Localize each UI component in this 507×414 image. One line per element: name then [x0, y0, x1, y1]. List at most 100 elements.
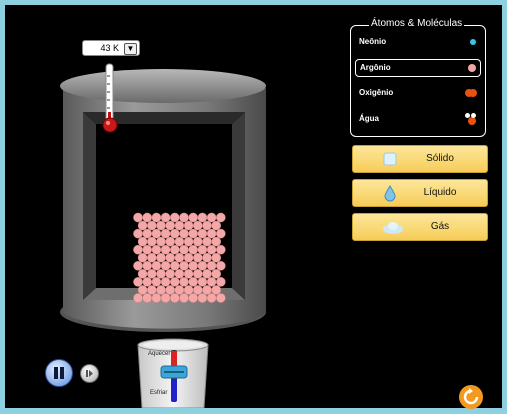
- argon-particle: [156, 236, 166, 247]
- argon-particle: [169, 260, 180, 271]
- panel-title: Átomos & Moléculas: [369, 18, 465, 29]
- species-item-neon[interactable]: Neônio: [355, 34, 479, 50]
- argon-particle: [174, 285, 185, 295]
- temperature-readout[interactable]: 43 K ▼: [82, 40, 140, 56]
- argon-particle: [215, 277, 226, 287]
- species-item-water[interactable]: Água: [355, 111, 479, 127]
- argon-particle: [151, 293, 162, 303]
- gas-label: Gás: [430, 221, 450, 232]
- argon-particle: [146, 269, 157, 279]
- argon-particle: [156, 269, 166, 279]
- gas-button[interactable]: Gás: [352, 213, 488, 241]
- step-forward-icon: [86, 370, 93, 377]
- argon-particle: [206, 228, 217, 239]
- argon-particle: [165, 220, 175, 231]
- argon-particle: [202, 285, 212, 295]
- argon-particle: [179, 293, 189, 303]
- argon-particle: [160, 260, 171, 271]
- solid-label: Sólido: [426, 153, 454, 164]
- argon-particle: [183, 285, 194, 295]
- argon-particle: [202, 220, 212, 231]
- chevron-down-icon[interactable]: ▼: [124, 43, 137, 55]
- species-item-argon[interactable]: Argônio: [355, 59, 481, 77]
- argon-particle: [206, 260, 217, 271]
- species-label: Água: [359, 114, 379, 123]
- argon-particle: [192, 252, 203, 263]
- argon-particle: [142, 228, 152, 239]
- argon-particle: [215, 212, 226, 223]
- ice-cube-icon: [383, 152, 397, 166]
- argon-particle: [197, 260, 208, 271]
- argon-particle: [197, 293, 208, 303]
- argon-particle: [192, 220, 203, 231]
- argon-particle: [192, 285, 203, 295]
- argon-particle: [197, 277, 208, 287]
- argon-particle: [142, 244, 152, 255]
- reset-button[interactable]: [459, 385, 483, 409]
- argon-particle: [211, 252, 221, 263]
- argon-particle: [137, 220, 148, 231]
- argon-particle: [137, 236, 148, 247]
- argon-particle: [133, 212, 143, 223]
- argon-particle: [211, 236, 221, 247]
- species-panel: Átomos & Moléculas Neônio Argônio Oxigên…: [350, 18, 486, 137]
- argon-particle: [156, 285, 166, 295]
- argon-particle: [160, 244, 171, 255]
- argon-particle: [179, 277, 189, 287]
- argon-particle: [165, 269, 175, 279]
- argon-particle: [169, 212, 180, 223]
- argon-particle: [142, 293, 152, 303]
- pause-button[interactable]: [45, 359, 73, 387]
- argon-particle: [142, 260, 152, 271]
- argon-particle: [133, 293, 143, 303]
- argon-particles: [133, 212, 226, 303]
- argon-particle: [174, 236, 185, 247]
- argon-particle: [183, 236, 194, 247]
- argon-particle: [174, 252, 185, 263]
- species-item-oxygen[interactable]: Oxigênio: [355, 85, 479, 101]
- argon-particle: [192, 236, 203, 247]
- argon-particle: [160, 277, 171, 287]
- heat-label: Aquecer: [148, 351, 171, 357]
- argon-particle: [179, 244, 189, 255]
- species-label: Oxigênio: [359, 88, 394, 97]
- argon-particle: [169, 293, 180, 303]
- argon-particle: [133, 260, 143, 271]
- argon-particle: [169, 228, 180, 239]
- argon-particle: [146, 285, 157, 295]
- argon-particle: [160, 293, 171, 303]
- step-forward-button[interactable]: [80, 364, 99, 383]
- argon-particle: [160, 228, 171, 239]
- liquid-button[interactable]: Líquido: [352, 179, 488, 207]
- argon-particle: [188, 212, 198, 223]
- argon-particle: [146, 252, 157, 263]
- argon-particle: [211, 285, 221, 295]
- argon-particle: [169, 277, 180, 287]
- argon-particle: [215, 260, 226, 271]
- species-label: Neônio: [359, 37, 387, 46]
- argon-particle: [151, 228, 162, 239]
- argon-particle: [188, 228, 198, 239]
- argon-particle: [174, 269, 185, 279]
- argon-particle: [206, 277, 217, 287]
- temperature-value: 43 K: [100, 43, 119, 53]
- argon-particle: [192, 269, 203, 279]
- argon-particle: [183, 252, 194, 263]
- argon-particle: [197, 212, 208, 223]
- argon-particle: [179, 212, 189, 223]
- argon-particle: [215, 228, 226, 239]
- argon-particle: [202, 252, 212, 263]
- solid-button[interactable]: Sólido: [352, 145, 488, 173]
- argon-particle: [142, 212, 152, 223]
- argon-particle: [215, 244, 226, 255]
- argon-particle: [174, 220, 185, 231]
- argon-particle: [179, 260, 189, 271]
- argon-particle: [197, 244, 208, 255]
- argon-particle: [165, 252, 175, 263]
- argon-particle: [206, 212, 217, 223]
- argon-particle: [142, 277, 152, 287]
- argon-particle: [206, 293, 217, 303]
- argon-particle: [211, 220, 221, 231]
- argon-particle: [197, 228, 208, 239]
- argon-particle: [151, 277, 162, 287]
